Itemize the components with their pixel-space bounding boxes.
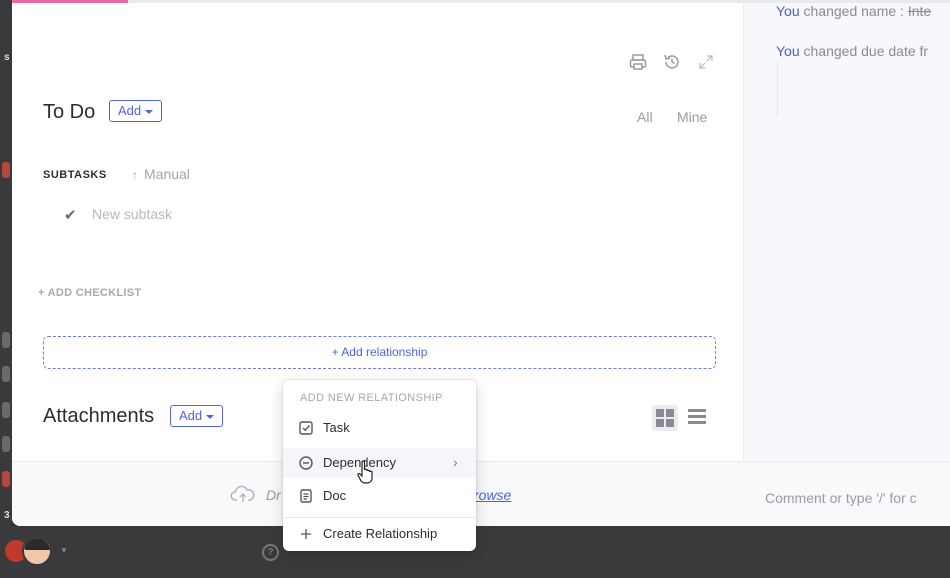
menu-item-dependency[interactable]: Dependency › xyxy=(283,448,476,478)
hand-pointer-icon xyxy=(357,460,373,484)
add-relationship-menu: ADD NEW RELATIONSHIP Task Dependency › D… xyxy=(283,380,476,551)
menu-divider xyxy=(283,517,476,518)
help-icon[interactable]: ? xyxy=(262,544,279,561)
sort-manual-button[interactable]: ↑ Manual xyxy=(132,166,190,182)
attachments-dropzone[interactable]: Dr rowse Comment or type '/' for c xyxy=(12,461,950,526)
chevron-right-icon: › xyxy=(453,454,458,470)
filter-all[interactable]: All xyxy=(637,109,653,125)
print-icon[interactable] xyxy=(628,52,648,72)
caret-down-icon xyxy=(206,414,215,419)
todo-add-button[interactable]: Add xyxy=(109,100,163,122)
checkmark-icon: ✔ xyxy=(64,207,77,224)
browse-link[interactable]: rowse xyxy=(474,487,511,503)
attachments-title: Attachments xyxy=(43,405,155,427)
activity-pane: You changed name : Inte You changed due … xyxy=(743,3,950,461)
menu-item-create-relationship[interactable]: Create Relationship xyxy=(283,519,476,549)
dropzone-text: Dr xyxy=(266,487,281,503)
arrow-up-icon: ↑ xyxy=(132,168,138,182)
checkbox-icon xyxy=(299,421,313,435)
minus-circle-icon xyxy=(299,456,313,470)
chevron-down-icon[interactable]: ▼ xyxy=(60,546,68,555)
cloud-upload-icon xyxy=(230,485,255,502)
avatar[interactable] xyxy=(22,536,52,566)
attachments-add-button[interactable]: Add xyxy=(170,405,224,427)
add-relationship-button[interactable]: + Add relationship xyxy=(43,336,716,369)
menu-header: ADD NEW RELATIONSHIP xyxy=(300,392,443,404)
activity-item: You changed name : Inte xyxy=(776,3,932,19)
plus-icon xyxy=(301,529,311,539)
document-icon xyxy=(300,489,312,503)
subtasks-label: SUBTASKS xyxy=(43,169,107,181)
list-view-icon[interactable] xyxy=(688,409,706,425)
new-subtask-input[interactable]: New subtask xyxy=(92,206,172,222)
task-modal: To Do Add All Mine SUBTASKS ↑ Manual ✔ Ne… xyxy=(12,3,950,526)
checklist-title: To Do xyxy=(43,101,96,123)
background-sidebar: s 3 xyxy=(0,0,12,578)
filter-mine[interactable]: Mine xyxy=(677,109,707,125)
menu-item-task[interactable]: Task xyxy=(283,413,476,443)
activity-item: You changed due date fr xyxy=(776,43,929,59)
grid-view-icon[interactable] xyxy=(652,405,678,431)
divider xyxy=(777,63,778,117)
history-icon[interactable] xyxy=(662,52,682,72)
expand-icon[interactable] xyxy=(696,52,716,72)
menu-item-doc[interactable]: Doc xyxy=(283,481,476,511)
comment-input[interactable]: Comment or type '/' for c xyxy=(765,490,917,506)
add-checklist-button[interactable]: + ADD CHECKLIST xyxy=(38,287,141,299)
caret-down-icon xyxy=(145,109,154,114)
